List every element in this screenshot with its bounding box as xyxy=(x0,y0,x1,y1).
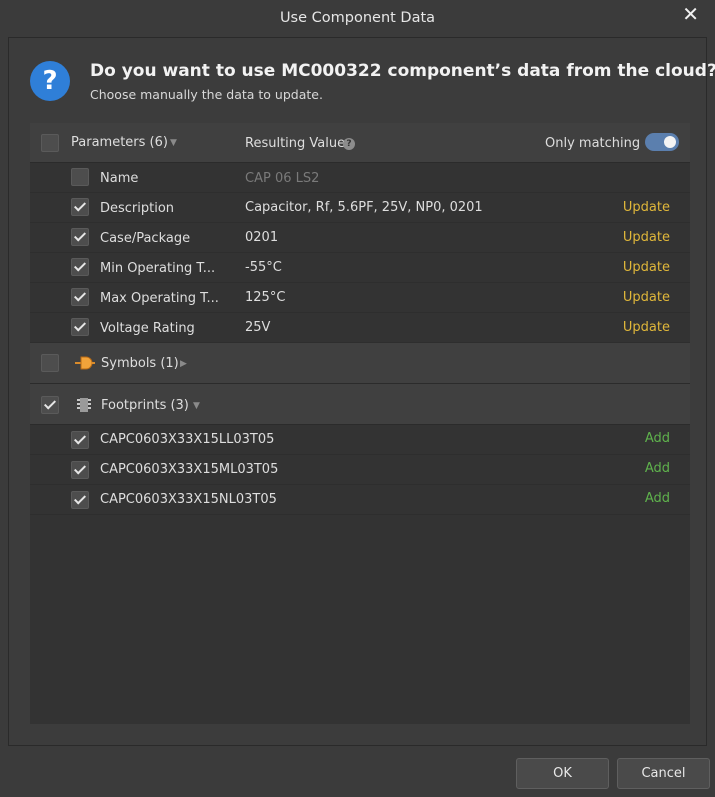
parameter-row-max-operating-temp: Max Operating T... 125°C Update xyxy=(30,283,690,313)
add-link[interactable]: Add xyxy=(645,461,670,476)
parameter-value: 125°C xyxy=(245,290,286,305)
parameter-checkbox[interactable] xyxy=(71,168,89,186)
symbols-label: Symbols (1) xyxy=(101,356,179,371)
component-data-list: Parameters (6) ▼ Resulting Value ? Only … xyxy=(30,123,690,724)
parameters-select-all-checkbox[interactable] xyxy=(41,134,59,152)
help-icon[interactable]: ? xyxy=(343,138,355,150)
parameter-checkbox[interactable] xyxy=(71,288,89,306)
parameter-checkbox[interactable] xyxy=(71,228,89,246)
symbol-icon xyxy=(75,354,95,376)
parameter-name: Min Operating T... xyxy=(100,261,216,276)
update-link[interactable]: Update xyxy=(623,230,670,245)
toggle-knob xyxy=(664,136,676,148)
dialog-heading: Do you want to use MC000322 component’s … xyxy=(90,61,715,81)
only-matching-label: Only matching xyxy=(545,136,641,151)
footprint-row: CAPC0603X33X15ML03T05 Add xyxy=(30,455,690,485)
parameter-row-voltage-rating: Voltage Rating 25V Update xyxy=(30,313,690,343)
parameter-value: 0201 xyxy=(245,230,279,245)
dialog-panel: ? Do you want to use MC000322 component’… xyxy=(8,37,715,746)
parameter-name: Description xyxy=(100,201,175,216)
symbols-header: Symbols (1) ▶ xyxy=(30,343,690,384)
add-link[interactable]: Add xyxy=(645,431,670,446)
parameter-checkbox[interactable] xyxy=(71,198,89,216)
footprint-row: CAPC0603X33X15NL03T05 Add xyxy=(30,485,690,515)
symbols-select-checkbox[interactable] xyxy=(41,354,59,372)
symbols-expand-icon[interactable]: ▶ xyxy=(180,359,187,369)
parameter-row-case-package: Case/Package 0201 Update xyxy=(30,223,690,253)
parameter-value: Capacitor, Rf, 5.6PF, 25V, NP0, 0201 xyxy=(245,200,483,215)
window-title-bar: Use Component Data xyxy=(0,0,715,36)
parameter-name: Name xyxy=(100,171,139,186)
parameter-name: Voltage Rating xyxy=(100,321,195,336)
update-link[interactable]: Update xyxy=(623,260,670,275)
footprint-name: CAPC0603X33X15ML03T05 xyxy=(100,462,279,477)
ok-button[interactable]: OK xyxy=(516,758,609,789)
parameter-checkbox[interactable] xyxy=(71,318,89,336)
update-link[interactable]: Update xyxy=(623,290,670,305)
parameters-header: Parameters (6) ▼ Resulting Value ? Only … xyxy=(30,123,690,163)
resulting-value-header: Resulting Value xyxy=(245,136,346,151)
footprint-icon xyxy=(75,396,93,418)
parameter-row-min-operating-temp: Min Operating T... -55°C Update xyxy=(30,253,690,283)
parameters-dropdown-icon[interactable]: ▼ xyxy=(170,138,177,148)
parameter-value: CAP 06 LS2 xyxy=(245,171,320,186)
footprint-row: CAPC0603X33X15LL03T05 Add xyxy=(30,425,690,455)
footprints-header: Footprints (3) ▼ xyxy=(30,384,690,425)
parameter-name: Case/Package xyxy=(100,231,191,246)
parameter-row-description: Description Capacitor, Rf, 5.6PF, 25V, N… xyxy=(30,193,690,223)
footprint-checkbox[interactable] xyxy=(71,491,89,509)
footprint-name: CAPC0603X33X15LL03T05 xyxy=(100,432,275,447)
only-matching-toggle[interactable] xyxy=(645,133,679,151)
footprint-name: CAPC0603X33X15NL03T05 xyxy=(100,492,277,507)
footprint-checkbox[interactable] xyxy=(71,431,89,449)
parameter-value: 25V xyxy=(245,320,271,335)
parameter-checkbox[interactable] xyxy=(71,258,89,276)
window-title: Use Component Data xyxy=(279,10,436,26)
parameter-name: Max Operating T... xyxy=(100,291,219,306)
add-link[interactable]: Add xyxy=(645,491,670,506)
footprints-label: Footprints (3) xyxy=(101,398,189,413)
cancel-button[interactable]: Cancel xyxy=(617,758,710,789)
update-link[interactable]: Update xyxy=(623,320,670,335)
parameter-value: -55°C xyxy=(245,260,282,275)
footprints-select-checkbox[interactable] xyxy=(41,396,59,414)
footprint-checkbox[interactable] xyxy=(71,461,89,479)
close-icon[interactable]: ✕ xyxy=(682,4,699,24)
footprints-dropdown-icon[interactable]: ▼ xyxy=(193,401,200,411)
update-link[interactable]: Update xyxy=(623,200,670,215)
parameter-row-name: Name CAP 06 LS2 xyxy=(30,163,690,193)
dialog-subheading: Choose manually the data to update. xyxy=(90,87,323,102)
question-icon: ? xyxy=(30,61,70,101)
parameters-label: Parameters (6) xyxy=(71,135,168,150)
